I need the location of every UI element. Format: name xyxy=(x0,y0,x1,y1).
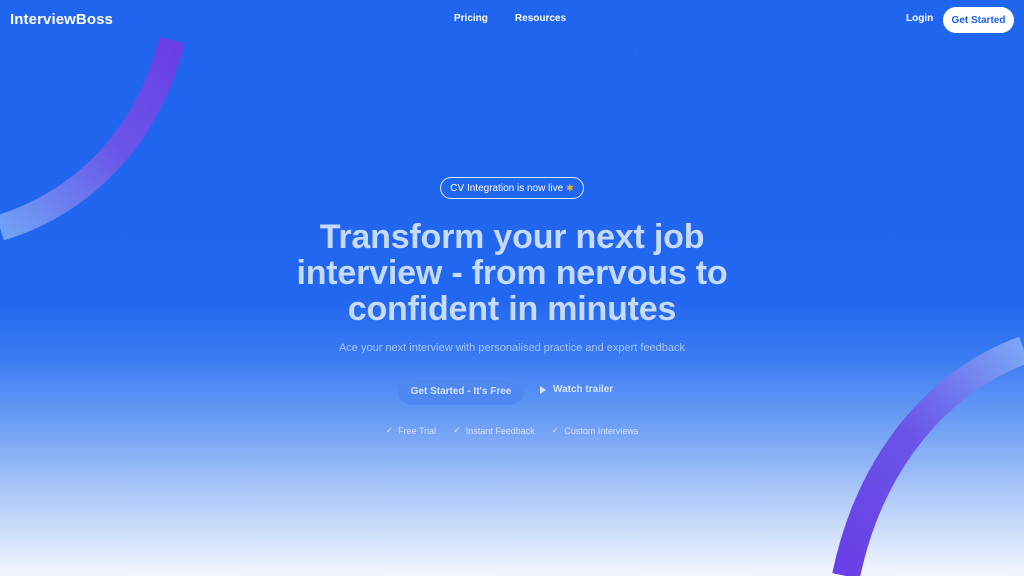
feature-label: Instant Feedback xyxy=(465,425,535,436)
announcement-text: CV Integration is now live xyxy=(450,182,564,194)
brand-logo[interactable]: InterviewBoss xyxy=(10,11,113,28)
party-popper-icon: ✱ xyxy=(566,182,574,193)
feature-item: ✓ Free Trial xyxy=(386,425,437,436)
login-link[interactable]: Login xyxy=(906,13,933,24)
nav-link-resources[interactable]: Resources xyxy=(515,13,566,24)
headline-line-2: interview - from nervous to xyxy=(296,254,728,292)
hero-subtitle: Ace your next interview with personalise… xyxy=(338,342,686,354)
decorative-ring-bottom-right xyxy=(832,336,1024,576)
play-icon xyxy=(540,385,546,394)
watch-trailer-button[interactable]: Watch trailer xyxy=(540,384,613,395)
headline-line-1: Transform your next job xyxy=(319,218,705,256)
get-started-free-button[interactable]: Get Started - It's Free xyxy=(398,377,524,405)
hero-headline: Transform your next job interview - from… xyxy=(212,219,812,327)
nav-get-started-button[interactable]: Get Started xyxy=(943,7,1014,33)
nav-link-pricing[interactable]: Pricing xyxy=(454,13,488,24)
top-nav: InterviewBoss Pricing Resources Login Ge… xyxy=(0,0,1024,40)
check-icon: ✓ xyxy=(551,425,560,435)
check-icon: ✓ xyxy=(385,425,394,435)
announcement-badge[interactable]: CV Integration is now live ✱ xyxy=(440,177,584,199)
watch-trailer-label: Watch trailer xyxy=(553,384,614,395)
feature-label: Free Trial xyxy=(398,425,437,436)
nav-links: Pricing Resources xyxy=(454,13,566,24)
hero-cta-row: Get Started - It's Free Watch trailer xyxy=(0,377,1024,405)
check-icon: ✓ xyxy=(453,425,461,435)
headline-line-3: confident in minutes xyxy=(347,290,677,328)
feature-label: Custom Interviews xyxy=(564,425,639,436)
feature-list: ✓ Free Trial ✓ Instant Feedback ✓ Custom… xyxy=(0,425,1024,436)
feature-item: ✓ Custom Interviews xyxy=(552,425,639,436)
feature-item: ✓ Instant Feedback xyxy=(453,425,535,436)
